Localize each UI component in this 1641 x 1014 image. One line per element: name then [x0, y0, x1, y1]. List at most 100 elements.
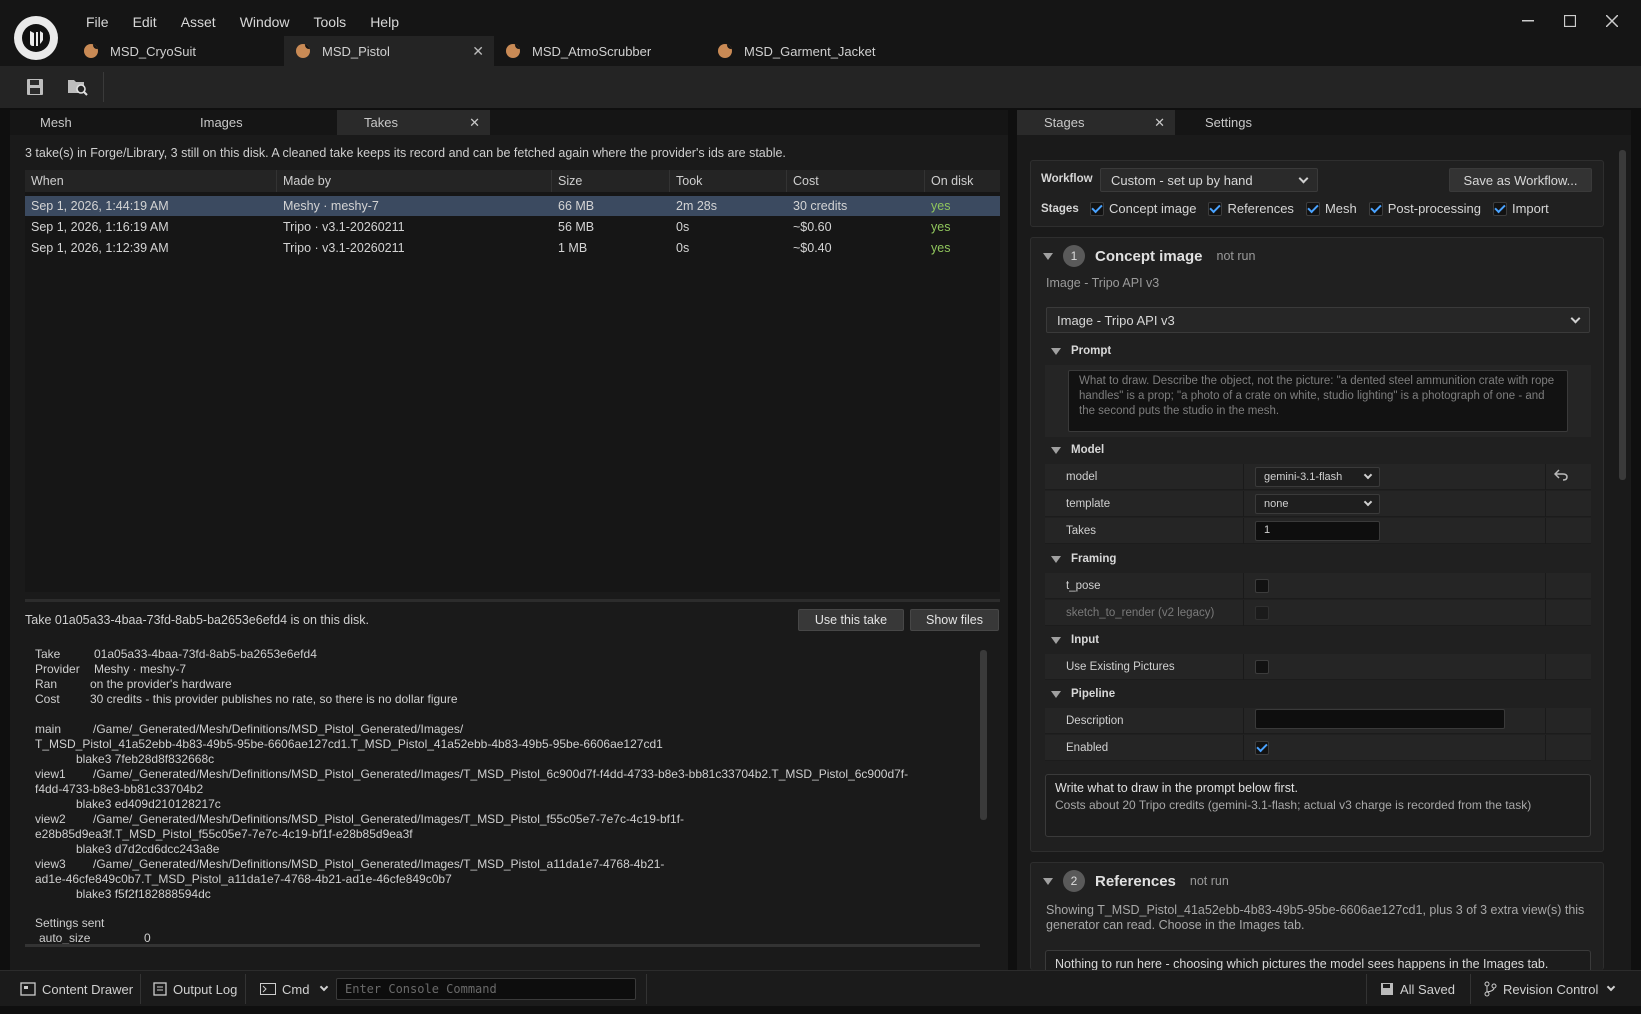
menu-help[interactable]: Help	[358, 12, 411, 32]
detail-row: Take 01a05a33-4baa-73fd-8ab5-ba2653e6efd4	[35, 647, 985, 662]
stage-post-processing-toggle[interactable]: Post-processing	[1368, 201, 1481, 216]
file-path: /Game/_Generated/Mesh/Definitions/MSD_Pi…	[93, 857, 665, 871]
doc-tab-garment-jacket[interactable]: MSD_Garment_Jacket	[706, 36, 926, 66]
tab-stages[interactable]: Stages ✕	[1017, 110, 1175, 135]
note-title: Write what to draw in the prompt below f…	[1055, 781, 1298, 795]
stage-mesh-toggle[interactable]: Mesh	[1305, 201, 1357, 216]
doc-tab-pistol[interactable]: MSD_Pistol ✕	[284, 36, 494, 66]
file-hash: blake3 ed409d210128217c	[76, 797, 221, 811]
file-entry: view1/Game/_Generated/Mesh/Definitions/M…	[35, 767, 985, 812]
col-took[interactable]: Took	[670, 170, 787, 192]
revision-control-button[interactable]: Revision Control	[1483, 978, 1616, 1000]
t-pose-checkbox[interactable]	[1255, 578, 1269, 593]
menu-window[interactable]: Window	[228, 12, 302, 32]
tab-settings[interactable]: Settings	[1175, 110, 1295, 135]
tab-takes[interactable]: Takes ✕	[337, 110, 490, 135]
stage-concept-image-toggle[interactable]: Concept image	[1090, 201, 1196, 216]
cmd-dropdown[interactable]: Cmd	[260, 978, 329, 1000]
reset-icon[interactable]	[1553, 469, 1568, 484]
use-take-button[interactable]: Use this take	[798, 609, 904, 631]
prop-row-enabled: Enabled	[1045, 734, 1591, 761]
file-entry: main/Game/_Generated/Mesh/Definitions/MS…	[35, 722, 985, 767]
concept-image-header[interactable]: 1 Concept image not run	[1043, 245, 1255, 267]
doc-tab-label: MSD_AtmoScrubber	[532, 43, 652, 59]
show-files-button[interactable]: Show files	[910, 609, 999, 631]
stage-references-toggle[interactable]: References	[1208, 201, 1294, 216]
file-path: /Game/_Generated/Mesh/Definitions/MSD_Pi…	[93, 722, 464, 736]
details-hscrollbar[interactable]	[25, 944, 980, 947]
revision-label: Revision Control	[1503, 981, 1599, 997]
sketch-to-render-checkbox[interactable]	[1255, 605, 1269, 620]
tab-mesh[interactable]: Mesh	[10, 110, 100, 135]
menu-asset[interactable]: Asset	[169, 12, 228, 32]
menu-edit[interactable]: Edit	[121, 12, 169, 32]
unreal-logo-icon[interactable]	[14, 16, 58, 60]
cell-made-by: Tripo · v3.1-20260211	[283, 241, 405, 255]
settings-sent-title: Settings sent	[35, 916, 105, 930]
collapse-icon	[1051, 555, 1061, 563]
stage-label: Concept image	[1109, 201, 1197, 216]
category-label: Framing	[1071, 553, 1117, 565]
detail-value: Meshy · meshy-7	[94, 662, 187, 676]
workflow-dropdown[interactable]: Custom - set up by hand	[1100, 168, 1318, 192]
col-cost[interactable]: Cost	[787, 170, 925, 192]
prompt-textarea[interactable]: What to draw. Describe the object, not t…	[1068, 370, 1568, 432]
col-made-by[interactable]: Made by	[277, 170, 552, 192]
asset-icon	[718, 44, 732, 58]
stage-number: 1	[1063, 245, 1085, 267]
save-workflow-button[interactable]: Save as Workflow...	[1449, 168, 1592, 192]
checkbox-icon	[1208, 201, 1223, 216]
output-log-button[interactable]: Output Log	[153, 978, 237, 1000]
category-model[interactable]: Model	[1051, 444, 1104, 456]
save-icon[interactable]	[20, 72, 50, 102]
references-header[interactable]: 2 References not run	[1043, 870, 1229, 892]
console-input[interactable]: Enter Console Command	[336, 978, 636, 1000]
minimize-icon[interactable]	[1513, 10, 1543, 32]
use-existing-checkbox[interactable]	[1255, 659, 1269, 674]
takes-input[interactable]: 1	[1255, 520, 1380, 541]
category-framing[interactable]: Framing	[1051, 553, 1116, 565]
collapse-icon	[1051, 690, 1061, 698]
col-size[interactable]: Size	[552, 170, 670, 192]
menu-tools[interactable]: Tools	[302, 12, 359, 32]
col-on-disk[interactable]: On disk	[925, 170, 1000, 192]
col-when[interactable]: When	[25, 170, 277, 192]
left-tab-strip	[10, 110, 1008, 135]
category-input[interactable]: Input	[1051, 634, 1099, 646]
tab-images[interactable]: Images	[170, 110, 280, 135]
cell-cost: 30 credits	[793, 199, 848, 213]
doc-tab-atmoscrubber[interactable]: MSD_AtmoScrubber	[494, 36, 706, 66]
references-note: Nothing to run here - choosing which pic…	[1045, 950, 1591, 970]
close-window-icon[interactable]	[1597, 10, 1627, 32]
file-path-cont: ad1e-46cfe849c0b7.T_MSD_Pistol_a11da1e7-…	[35, 872, 452, 886]
table-row[interactable]: Sep 1, 2026, 1:12:39 AM Tripo · v3.1-202…	[25, 238, 1000, 258]
close-tab-icon[interactable]: ✕	[1154, 115, 1165, 131]
stage-status: not run	[1216, 249, 1256, 263]
doc-tab-cryosuit[interactable]: MSD_CryoSuit	[72, 36, 284, 66]
all-saved-button[interactable]: All Saved	[1380, 978, 1455, 1000]
close-tab-icon[interactable]: ✕	[472, 43, 484, 60]
splitter[interactable]	[25, 599, 1000, 602]
doc-tab-label: MSD_CryoSuit	[110, 43, 196, 59]
description-input[interactable]	[1255, 709, 1505, 729]
content-drawer-button[interactable]: Content Drawer	[20, 978, 133, 1000]
template-dropdown[interactable]: none	[1255, 493, 1380, 514]
terminal-icon	[260, 983, 276, 995]
stages-scrollbar[interactable]	[1619, 150, 1626, 480]
content-drawer-icon	[20, 982, 36, 996]
table-row[interactable]: Sep 1, 2026, 1:16:19 AM Tripo · v3.1-202…	[25, 217, 1000, 237]
details-scrollbar[interactable]	[980, 650, 987, 820]
provider-dropdown[interactable]: Image - Tripo API v3	[1046, 307, 1590, 333]
browse-asset-icon[interactable]	[63, 72, 93, 102]
model-dropdown[interactable]: gemini-3.1-flash	[1255, 466, 1380, 487]
stage-import-toggle[interactable]: Import	[1492, 201, 1549, 216]
table-row[interactable]: Sep 1, 2026, 1:44:19 AM Meshy · meshy-7 …	[25, 196, 1000, 216]
close-tab-icon[interactable]: ✕	[469, 115, 480, 131]
enabled-checkbox[interactable]	[1255, 740, 1269, 755]
menu-file[interactable]: File	[74, 12, 121, 32]
save-status-icon	[1381, 983, 1393, 995]
maximize-icon[interactable]	[1555, 10, 1585, 32]
category-prompt[interactable]: Prompt	[1051, 345, 1111, 357]
prop-name: Enabled	[1066, 741, 1109, 754]
category-pipeline[interactable]: Pipeline	[1051, 688, 1115, 700]
